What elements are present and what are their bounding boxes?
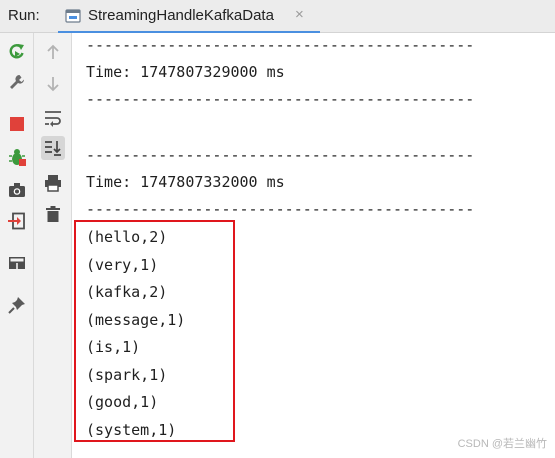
run-tool-window-header: Run: StreamingHandleKafkaData × bbox=[0, 0, 555, 34]
settings-wrench-icon[interactable] bbox=[5, 70, 29, 94]
separator-line: ----------------------------------------… bbox=[86, 200, 475, 218]
trash-icon[interactable] bbox=[41, 202, 65, 226]
camera-icon[interactable] bbox=[5, 178, 29, 202]
batch-time-line: Time: 1747807329000 ms bbox=[86, 63, 285, 81]
scroll-down-arrow-icon[interactable] bbox=[41, 72, 65, 96]
word-count-highlight-box bbox=[74, 220, 235, 442]
run-label: Run: bbox=[8, 7, 40, 24]
run-actions-toolbar bbox=[0, 33, 34, 458]
run-tab-title: StreamingHandleKafkaData bbox=[88, 7, 274, 24]
layout-icon[interactable] bbox=[5, 251, 29, 275]
debug-bug-icon[interactable] bbox=[5, 145, 29, 169]
application-run-config-icon bbox=[65, 8, 81, 24]
stop-icon[interactable] bbox=[5, 112, 29, 136]
pin-icon[interactable] bbox=[5, 293, 29, 317]
exit-icon[interactable] bbox=[5, 209, 29, 233]
separator-line: ----------------------------------------… bbox=[86, 90, 475, 108]
print-icon[interactable] bbox=[41, 171, 65, 195]
rerun-icon[interactable] bbox=[5, 40, 29, 64]
scroll-up-arrow-icon[interactable] bbox=[41, 40, 65, 64]
csdn-watermark: CSDN @若兰幽竹 bbox=[457, 438, 547, 450]
scroll-to-end-icon[interactable] bbox=[41, 136, 65, 160]
console-actions-toolbar bbox=[34, 33, 72, 458]
close-tab-icon[interactable]: × bbox=[295, 6, 304, 23]
soft-wrap-icon[interactable] bbox=[41, 106, 65, 130]
batch-time-line: Time: 1747807332000 ms bbox=[86, 173, 285, 191]
run-tab-streaming[interactable]: StreamingHandleKafkaData × bbox=[58, 0, 320, 34]
console-output[interactable]: ----------------------------------------… bbox=[72, 33, 555, 458]
separator-line: ----------------------------------------… bbox=[86, 146, 475, 164]
separator-line: ----------------------------------------… bbox=[86, 36, 475, 54]
